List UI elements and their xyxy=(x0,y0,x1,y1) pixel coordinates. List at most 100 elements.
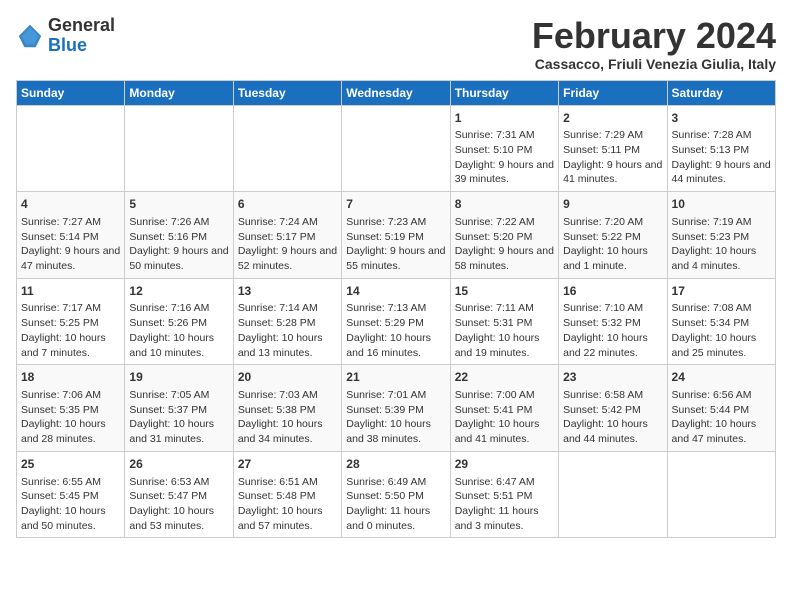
day-number: 6 xyxy=(238,196,337,213)
calendar-cell: 14Sunrise: 7:13 AMSunset: 5:29 PMDayligh… xyxy=(342,278,450,365)
day-info: Sunset: 5:14 PM xyxy=(21,230,120,245)
day-info: Sunrise: 7:17 AM xyxy=(21,301,120,316)
day-info: Daylight: 10 hours and 53 minutes. xyxy=(129,504,228,533)
day-info: Sunset: 5:20 PM xyxy=(455,230,554,245)
calendar-cell xyxy=(125,105,233,192)
day-info: Sunrise: 7:26 AM xyxy=(129,215,228,230)
day-info: Sunset: 5:10 PM xyxy=(455,143,554,158)
day-info: Daylight: 10 hours and 19 minutes. xyxy=(455,331,554,360)
day-info: Sunrise: 7:14 AM xyxy=(238,301,337,316)
day-info: Sunset: 5:31 PM xyxy=(455,316,554,331)
day-info: Sunset: 5:11 PM xyxy=(563,143,662,158)
day-info: Sunrise: 7:05 AM xyxy=(129,388,228,403)
day-number: 28 xyxy=(346,456,445,473)
day-number: 7 xyxy=(346,196,445,213)
day-number: 4 xyxy=(21,196,120,213)
day-number: 25 xyxy=(21,456,120,473)
day-number: 12 xyxy=(129,283,228,300)
day-of-week-header: Tuesday xyxy=(233,80,341,105)
day-number: 10 xyxy=(672,196,771,213)
calendar-cell: 15Sunrise: 7:11 AMSunset: 5:31 PMDayligh… xyxy=(450,278,558,365)
day-number: 19 xyxy=(129,369,228,386)
day-info: Daylight: 10 hours and 10 minutes. xyxy=(129,331,228,360)
calendar-cell xyxy=(233,105,341,192)
day-number: 9 xyxy=(563,196,662,213)
day-info: Daylight: 10 hours and 31 minutes. xyxy=(129,417,228,446)
day-info: Sunrise: 6:47 AM xyxy=(455,475,554,490)
day-info: Sunrise: 7:19 AM xyxy=(672,215,771,230)
day-info: Sunset: 5:17 PM xyxy=(238,230,337,245)
day-number: 1 xyxy=(455,110,554,127)
title-area: February 2024 Cassacco, Friuli Venezia G… xyxy=(532,16,776,72)
day-info: Daylight: 9 hours and 52 minutes. xyxy=(238,244,337,273)
day-info: Sunrise: 6:51 AM xyxy=(238,475,337,490)
day-info: Sunset: 5:35 PM xyxy=(21,403,120,418)
day-number: 22 xyxy=(455,369,554,386)
day-info: Sunset: 5:44 PM xyxy=(672,403,771,418)
calendar-cell: 2Sunrise: 7:29 AMSunset: 5:11 PMDaylight… xyxy=(559,105,667,192)
day-info: Sunset: 5:41 PM xyxy=(455,403,554,418)
calendar-cell: 23Sunrise: 6:58 AMSunset: 5:42 PMDayligh… xyxy=(559,365,667,452)
calendar-cell: 4Sunrise: 7:27 AMSunset: 5:14 PMDaylight… xyxy=(17,192,125,279)
day-info: Sunrise: 7:13 AM xyxy=(346,301,445,316)
day-number: 16 xyxy=(563,283,662,300)
calendar-table: SundayMondayTuesdayWednesdayThursdayFrid… xyxy=(16,80,776,539)
calendar-cell xyxy=(17,105,125,192)
calendar-cell xyxy=(342,105,450,192)
day-info: Sunset: 5:37 PM xyxy=(129,403,228,418)
day-info: Sunset: 5:51 PM xyxy=(455,489,554,504)
calendar-cell xyxy=(559,451,667,538)
day-info: Sunset: 5:39 PM xyxy=(346,403,445,418)
day-info: Sunset: 5:23 PM xyxy=(672,230,771,245)
day-info: Sunrise: 6:58 AM xyxy=(563,388,662,403)
day-info: Sunset: 5:38 PM xyxy=(238,403,337,418)
calendar-cell: 27Sunrise: 6:51 AMSunset: 5:48 PMDayligh… xyxy=(233,451,341,538)
calendar-week-row: 1Sunrise: 7:31 AMSunset: 5:10 PM Daylight… xyxy=(17,105,776,192)
day-info: Daylight: 10 hours and 13 minutes. xyxy=(238,331,337,360)
calendar-cell: 7Sunrise: 7:23 AMSunset: 5:19 PMDaylight… xyxy=(342,192,450,279)
day-info: Sunset: 5:47 PM xyxy=(129,489,228,504)
day-info: Sunset: 5:26 PM xyxy=(129,316,228,331)
logo: General Blue xyxy=(16,16,115,56)
day-info: Daylight: 9 hours and 41 minutes. xyxy=(563,158,662,187)
day-number: 24 xyxy=(672,369,771,386)
day-info: Sunrise: 7:20 AM xyxy=(563,215,662,230)
calendar-cell: 3Sunrise: 7:28 AMSunset: 5:13 PMDaylight… xyxy=(667,105,775,192)
calendar-cell: 17Sunrise: 7:08 AMSunset: 5:34 PMDayligh… xyxy=(667,278,775,365)
day-info: Sunrise: 7:31 AM xyxy=(455,128,554,143)
day-info: Sunrise: 7:27 AM xyxy=(21,215,120,230)
day-info: Sunset: 5:19 PM xyxy=(346,230,445,245)
day-number: 21 xyxy=(346,369,445,386)
calendar-cell: 24Sunrise: 6:56 AMSunset: 5:44 PMDayligh… xyxy=(667,365,775,452)
calendar-cell: 12Sunrise: 7:16 AMSunset: 5:26 PMDayligh… xyxy=(125,278,233,365)
day-info: Daylight: 10 hours and 38 minutes. xyxy=(346,417,445,446)
calendar-cell: 26Sunrise: 6:53 AMSunset: 5:47 PMDayligh… xyxy=(125,451,233,538)
day-info: Daylight: 9 hours and 55 minutes. xyxy=(346,244,445,273)
day-info: Daylight: 10 hours and 16 minutes. xyxy=(346,331,445,360)
calendar-subtitle: Cassacco, Friuli Venezia Giulia, Italy xyxy=(532,56,776,72)
day-number: 29 xyxy=(455,456,554,473)
day-info: Sunset: 5:28 PM xyxy=(238,316,337,331)
day-info: Sunset: 5:13 PM xyxy=(672,143,771,158)
day-info: Sunrise: 7:11 AM xyxy=(455,301,554,316)
day-number: 13 xyxy=(238,283,337,300)
day-info: Sunrise: 6:53 AM xyxy=(129,475,228,490)
day-info: Sunset: 5:29 PM xyxy=(346,316,445,331)
day-info: Sunrise: 7:24 AM xyxy=(238,215,337,230)
day-info: Sunset: 5:48 PM xyxy=(238,489,337,504)
logo-general-text: General xyxy=(48,15,115,35)
calendar-week-row: 18Sunrise: 7:06 AMSunset: 5:35 PMDayligh… xyxy=(17,365,776,452)
day-info: Daylight: 10 hours and 44 minutes. xyxy=(563,417,662,446)
day-info: Sunrise: 7:28 AM xyxy=(672,128,771,143)
day-number: 27 xyxy=(238,456,337,473)
calendar-cell: 18Sunrise: 7:06 AMSunset: 5:35 PMDayligh… xyxy=(17,365,125,452)
day-info: Daylight: 9 hours and 44 minutes. xyxy=(672,158,771,187)
day-of-week-header: Thursday xyxy=(450,80,558,105)
day-info: Daylight: 10 hours and 41 minutes. xyxy=(455,417,554,446)
day-info: Sunrise: 7:10 AM xyxy=(563,301,662,316)
day-number: 17 xyxy=(672,283,771,300)
calendar-cell: 20Sunrise: 7:03 AMSunset: 5:38 PMDayligh… xyxy=(233,365,341,452)
calendar-cell: 28Sunrise: 6:49 AMSunset: 5:50 PMDayligh… xyxy=(342,451,450,538)
day-info: Daylight: 9 hours and 58 minutes. xyxy=(455,244,554,273)
day-number: 11 xyxy=(21,283,120,300)
